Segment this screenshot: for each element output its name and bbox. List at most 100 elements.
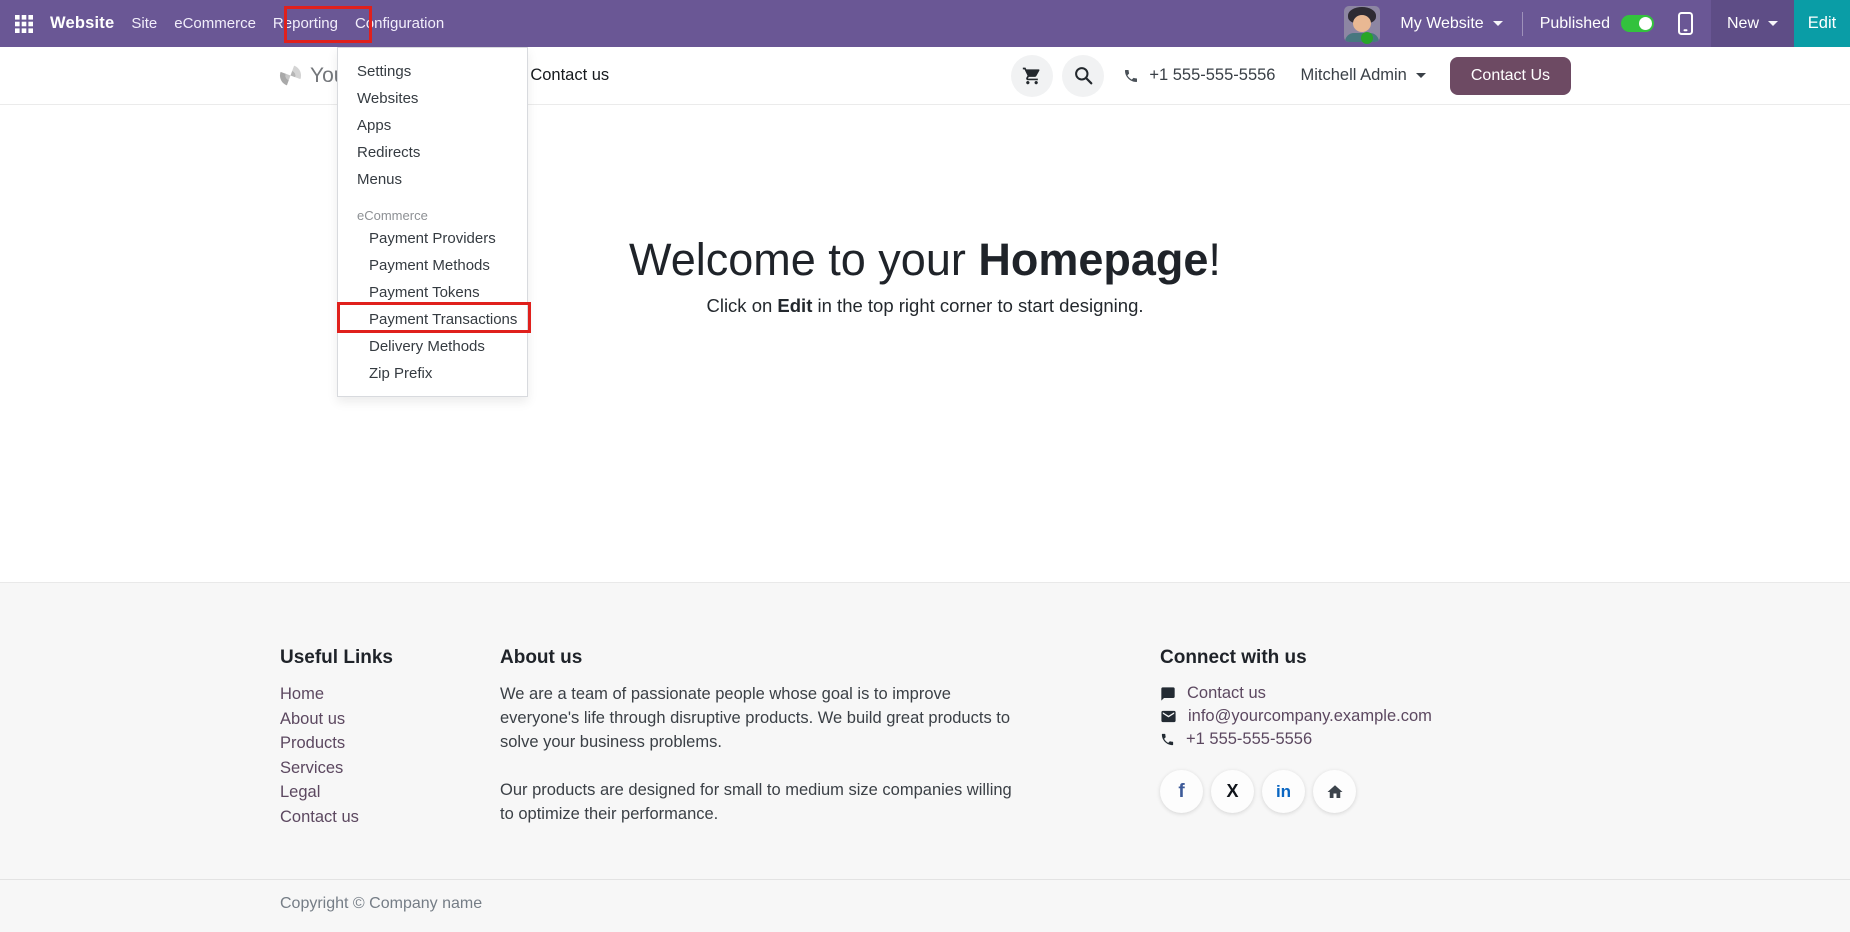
dropdown-item-zip-prefix[interactable]: Zip Prefix bbox=[338, 360, 527, 387]
linkedin-button[interactable]: in bbox=[1262, 770, 1305, 813]
footer-links-list: Home About us Products Services Legal Co… bbox=[280, 682, 393, 829]
footer-about: About us We are a team of passionate peo… bbox=[500, 647, 1018, 850]
navbar-left: Website Site eCommerce Reporting Configu… bbox=[0, 14, 444, 33]
nav-item-site[interactable]: Site bbox=[131, 15, 157, 32]
dropdown-item-payment-tokens[interactable]: Payment Tokens bbox=[338, 279, 527, 306]
published-label: Published bbox=[1540, 15, 1610, 33]
facebook-icon: f bbox=[1178, 781, 1184, 803]
edit-label: Edit bbox=[1808, 14, 1836, 33]
hero-subtitle-bold: Edit bbox=[777, 295, 812, 316]
footer-link-legal[interactable]: Legal bbox=[280, 780, 393, 805]
dropdown-item-payment-transactions[interactable]: Payment Transactions bbox=[338, 306, 527, 333]
envelope-icon bbox=[1160, 708, 1177, 725]
footer-useful-links-title: Useful Links bbox=[280, 647, 393, 669]
website-switcher-label: My Website bbox=[1400, 15, 1483, 33]
cart-icon bbox=[1022, 66, 1042, 86]
odoo-navbar: Website Site eCommerce Reporting Configu… bbox=[0, 0, 1850, 47]
edit-button[interactable]: Edit bbox=[1794, 0, 1850, 47]
home-icon bbox=[1326, 783, 1344, 801]
copyright-text: Copyright © Company name bbox=[280, 895, 482, 913]
footer-link-about-us[interactable]: About us bbox=[280, 707, 393, 732]
hero-subtitle-suffix: in the top right corner to start designi… bbox=[812, 295, 1143, 316]
footer-connect-phone-link[interactable]: +1 555-555-5556 bbox=[1160, 728, 1432, 751]
header-phone-number: +1 555-555-5556 bbox=[1149, 66, 1275, 85]
dropdown-item-websites[interactable]: Websites bbox=[338, 85, 527, 112]
grid-icon bbox=[15, 15, 33, 33]
site-footer: Useful Links Home About us Products Serv… bbox=[0, 582, 1850, 879]
header-phone-link[interactable]: +1 555-555-5556 bbox=[1123, 66, 1275, 85]
dropdown-item-payment-methods[interactable]: Payment Methods bbox=[338, 252, 527, 279]
phone-icon bbox=[1123, 68, 1139, 84]
footer-link-services[interactable]: Services bbox=[280, 756, 393, 781]
new-label: New bbox=[1727, 15, 1759, 33]
search-button[interactable] bbox=[1062, 55, 1104, 97]
user-avatar[interactable] bbox=[1344, 6, 1380, 42]
published-toggle[interactable] bbox=[1621, 15, 1654, 32]
footer-about-title: About us bbox=[500, 647, 1018, 669]
hero-subtitle-prefix: Click on bbox=[706, 295, 777, 316]
new-button[interactable]: New bbox=[1711, 0, 1794, 47]
published-group: Published bbox=[1540, 15, 1654, 33]
contact-us-button[interactable]: Contact Us bbox=[1450, 57, 1571, 95]
footer-connect-contact-label: Contact us bbox=[1187, 684, 1266, 703]
dropdown-item-delivery-methods[interactable]: Delivery Methods bbox=[338, 333, 527, 360]
website-preview-header: YourCompany Contact us +1 555-555-5556 bbox=[0, 47, 1850, 105]
toggle-knob bbox=[1639, 17, 1652, 30]
hero-subtitle: Click on Edit in the top right corner to… bbox=[0, 293, 1850, 319]
footer-social-row: f X in bbox=[1160, 770, 1432, 813]
header-contact-us-link[interactable]: Contact us bbox=[530, 66, 609, 85]
x-twitter-icon: X bbox=[1226, 781, 1238, 802]
avatar-face bbox=[1353, 15, 1371, 32]
footer-connect-email-link[interactable]: info@yourcompany.example.com bbox=[1160, 705, 1432, 728]
hero-heading: Welcome to your Homepage! bbox=[0, 236, 1850, 284]
online-status-dot bbox=[1361, 32, 1373, 44]
navbar-separator bbox=[1522, 12, 1523, 36]
navbar-right: My Website Published New Edit bbox=[1344, 0, 1850, 47]
dropdown-item-payment-providers[interactable]: Payment Providers bbox=[338, 225, 527, 252]
footer-about-paragraph-2: Our products are designed for small to m… bbox=[500, 778, 1018, 826]
chevron-down-icon bbox=[1768, 21, 1778, 26]
chat-icon bbox=[1160, 686, 1176, 702]
footer-link-contact-us[interactable]: Contact us bbox=[280, 805, 393, 830]
dropdown-item-redirects[interactable]: Redirects bbox=[338, 139, 527, 166]
mobile-preview-button[interactable] bbox=[1678, 12, 1693, 35]
apps-grid-icon[interactable] bbox=[15, 15, 33, 33]
footer-connect-email-label: info@yourcompany.example.com bbox=[1188, 707, 1432, 726]
cart-button[interactable] bbox=[1011, 55, 1053, 97]
phone-icon bbox=[1160, 732, 1175, 747]
hero-heading-prefix: Welcome to your bbox=[629, 234, 978, 285]
dropdown-section-ecommerce: eCommerce bbox=[338, 205, 527, 225]
footer-connect: Connect with us Contact us info@yourcomp… bbox=[1160, 647, 1432, 813]
footer-useful-links: Useful Links Home About us Products Serv… bbox=[280, 647, 393, 829]
facebook-button[interactable]: f bbox=[1160, 770, 1203, 813]
dropdown-item-settings[interactable]: Settings bbox=[338, 58, 527, 85]
nav-item-reporting[interactable]: Reporting bbox=[273, 15, 338, 32]
home-button[interactable] bbox=[1313, 770, 1356, 813]
chevron-down-icon bbox=[1493, 21, 1503, 26]
user-account-menu[interactable]: Mitchell Admin bbox=[1300, 66, 1425, 85]
hero-heading-suffix: ! bbox=[1208, 234, 1221, 285]
dropdown-item-apps[interactable]: Apps bbox=[338, 112, 527, 139]
header-right: +1 555-555-5556 Mitchell Admin Contact U… bbox=[1002, 55, 1571, 97]
chevron-down-icon bbox=[1416, 73, 1426, 78]
user-account-name: Mitchell Admin bbox=[1300, 66, 1406, 85]
copyright-bar: Copyright © Company name bbox=[0, 879, 1850, 932]
footer-connect-title: Connect with us bbox=[1160, 647, 1432, 669]
search-icon bbox=[1074, 66, 1093, 85]
nav-item-ecommerce[interactable]: eCommerce bbox=[174, 15, 256, 32]
footer-connect-contact-link[interactable]: Contact us bbox=[1160, 682, 1432, 705]
footer-about-paragraph-1: We are a team of passionate people whose… bbox=[500, 682, 1018, 754]
footer-link-products[interactable]: Products bbox=[280, 731, 393, 756]
mobile-icon bbox=[1678, 12, 1693, 35]
app-name[interactable]: Website bbox=[50, 14, 114, 33]
linkedin-icon: in bbox=[1276, 782, 1291, 802]
footer-link-home[interactable]: Home bbox=[280, 682, 393, 707]
dropdown-item-menus[interactable]: Menus bbox=[338, 166, 527, 193]
nav-item-configuration[interactable]: Configuration bbox=[355, 15, 444, 32]
configuration-dropdown: Settings Websites Apps Redirects Menus e… bbox=[337, 47, 528, 397]
hero-heading-bold: Homepage bbox=[978, 234, 1208, 285]
footer-connect-phone-label: +1 555-555-5556 bbox=[1186, 730, 1312, 749]
x-twitter-button[interactable]: X bbox=[1211, 770, 1254, 813]
company-logo-icon bbox=[279, 64, 302, 87]
website-switcher[interactable]: My Website bbox=[1400, 15, 1502, 33]
